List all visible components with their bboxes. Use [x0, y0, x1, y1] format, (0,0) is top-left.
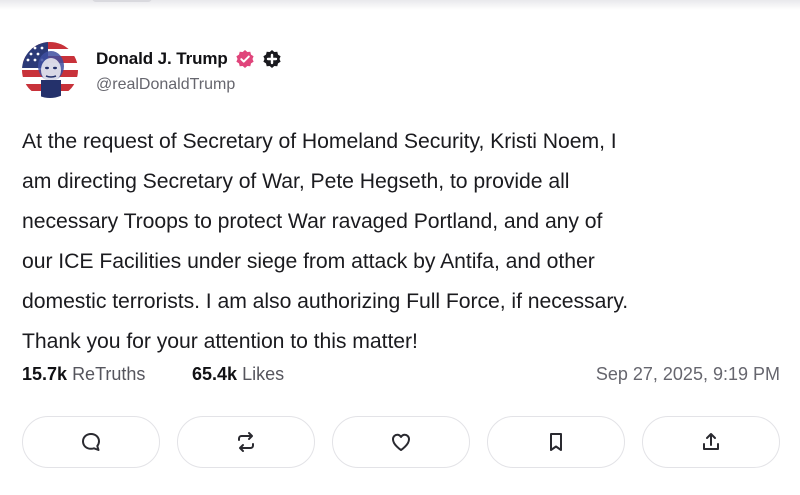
likes-count: 65.4k [192, 364, 238, 384]
action-bar [22, 416, 780, 470]
share-button[interactable] [642, 416, 780, 468]
avatar[interactable] [22, 42, 78, 98]
like-button[interactable] [332, 416, 470, 468]
post-header: Donald J. Trump @realDonaldTrump [22, 42, 762, 102]
post-line: am directing Secretary of War, Pete Hegs… [22, 170, 570, 193]
retruth-icon [238, 432, 254, 452]
avatar-portrait-icon [22, 42, 64, 98]
reply-icon [82, 433, 100, 451]
post-timestamp: Sep 27, 2025, 9:19 PM [595, 364, 780, 384]
author-row: Donald J. Trump [96, 46, 282, 72]
previous-post-edge [0, 0, 800, 10]
retruths-label: ReTruths [72, 364, 146, 384]
post-line: our ICE Facilities under siege from atta… [22, 250, 595, 273]
post-stats: 15.7k ReTruths 65.4k Likes Sep 27, 2025,… [22, 364, 780, 390]
reply-button[interactable] [22, 416, 160, 468]
post-body: At the request of Secretary of Homeland … [22, 122, 777, 362]
share-icon [703, 433, 719, 450]
plus-badge-icon [263, 50, 281, 68]
heart-icon [392, 433, 410, 451]
retruths-stat[interactable]: 15.7k ReTruths [22, 364, 145, 385]
post-line: At the request of Secretary of Homeland … [22, 130, 617, 153]
author-handle[interactable]: @realDonaldTrump [96, 76, 235, 94]
retruth-button[interactable] [177, 416, 315, 468]
post-line: Thank you for your attention to this mat… [22, 330, 418, 353]
likes-stat[interactable]: 65.4k Likes [192, 364, 284, 385]
post-line: domestic terrorists. I am also authorizi… [22, 290, 629, 313]
likes-label: Likes [242, 364, 285, 384]
bookmark-icon [550, 433, 562, 451]
verified-badge-icon [236, 50, 254, 68]
post-line: necessary Troops to protect War ravaged … [22, 210, 603, 233]
retruths-count: 15.7k [22, 364, 68, 384]
author-name[interactable]: Donald J. Trump [96, 49, 228, 69]
bookmark-button[interactable] [487, 416, 625, 468]
